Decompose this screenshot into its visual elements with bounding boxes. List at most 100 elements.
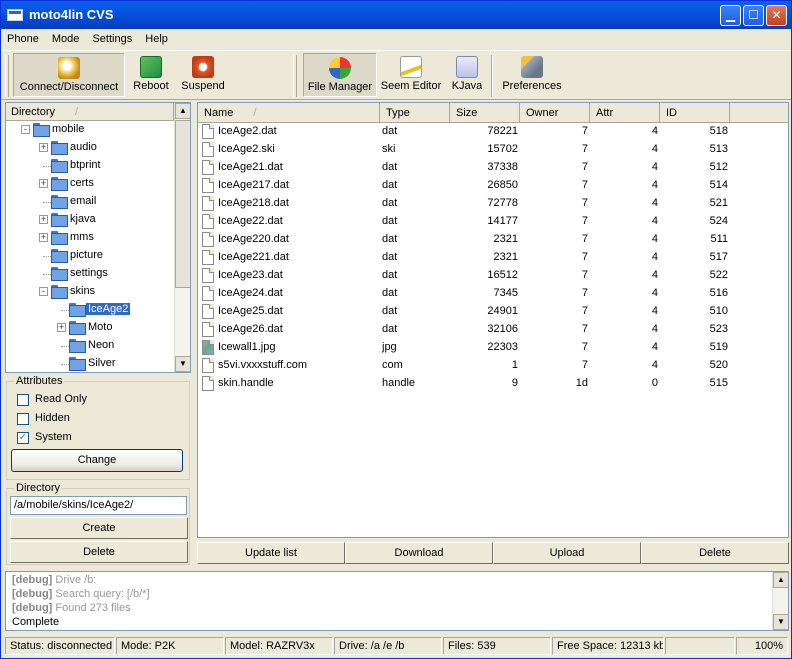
column-header-type[interactable]: Type [380, 103, 450, 123]
tree-item-iceage2[interactable]: IceAge2 [6, 301, 174, 319]
table-row[interactable]: IceAge2.ski ski 15702 7 4 513 [198, 141, 788, 159]
tree-item-picture[interactable]: picture [6, 247, 174, 265]
table-row[interactable]: IceAge26.dat dat 32106 7 4 523 [198, 321, 788, 339]
column-header-owner[interactable]: Owner [520, 103, 590, 123]
reboot-button[interactable]: Reboot [129, 53, 173, 97]
preferences-icon [521, 56, 543, 78]
table-row[interactable]: IceAge24.dat dat 7345 7 4 516 [198, 285, 788, 303]
scroll-up-arrow[interactable]: ▲ [175, 103, 190, 119]
cell-owner: 7 [581, 341, 588, 353]
delete-file-button[interactable]: Delete [641, 542, 789, 564]
file-icon [202, 250, 214, 265]
tree-item-label: btprint [70, 159, 101, 171]
suspend-button[interactable]: Suspend [177, 53, 229, 97]
table-row[interactable]: IceAge221.dat dat 2321 7 4 517 [198, 249, 788, 267]
file-manager-button[interactable]: File Manager [303, 53, 377, 97]
table-row[interactable]: IceAge22.dat dat 14177 7 4 524 [198, 213, 788, 231]
cell-id: 515 [709, 377, 728, 389]
tree-item-mms[interactable]: + mms [6, 229, 174, 247]
scroll-thumb[interactable] [175, 120, 190, 288]
tree-header[interactable]: Directory / [6, 103, 174, 121]
expand-icon[interactable]: + [39, 143, 48, 152]
column-header-id[interactable]: ID [660, 103, 730, 123]
table-row[interactable]: IceAge23.dat dat 16512 7 4 522 [198, 267, 788, 285]
upload-button[interactable]: Upload [493, 542, 641, 564]
tree-item-email[interactable]: email [6, 193, 174, 211]
cell-id: 513 [709, 143, 728, 155]
tree-item-silver[interactable]: Silver [6, 355, 174, 372]
seem-editor-button[interactable]: Seem Editor [379, 53, 443, 97]
tree-item-label: Neon [88, 339, 115, 351]
directory-group: Directory /a/mobile/skins/IceAge2/ Creat… [6, 482, 190, 565]
tree-item-kjava[interactable]: + kjava [6, 211, 174, 229]
create-button[interactable]: Create [10, 517, 188, 539]
tree-item-settings[interactable]: settings [6, 265, 174, 283]
cell-size: 22303 [487, 341, 518, 353]
column-header-name[interactable]: Name / [198, 103, 380, 123]
table-row[interactable]: IceAge217.dat dat 26850 7 4 514 [198, 177, 788, 195]
tree-item-neon[interactable]: Neon [6, 337, 174, 355]
download-button[interactable]: Download [345, 542, 493, 564]
file-icon [202, 304, 214, 319]
hidden-check[interactable] [17, 413, 29, 425]
close-icon: ✕ [771, 8, 782, 22]
table-row[interactable]: skin.handle handle 9 1d 0 515 [198, 375, 788, 393]
scroll-down-arrow[interactable]: ▼ [175, 356, 190, 372]
toolbar-grip[interactable] [5, 55, 9, 97]
update-list-button[interactable]: Update list [197, 542, 345, 564]
cell-type: dat [382, 161, 398, 173]
tree-scrollbar[interactable]: ▲ ▼ [174, 103, 190, 372]
preferences-button[interactable]: Preferences [497, 53, 567, 97]
read-only-check[interactable] [17, 394, 29, 406]
delete-directory-button[interactable]: Delete [10, 541, 188, 563]
cell-type: dat [382, 305, 398, 317]
cell-name: IceAge23.dat [218, 269, 283, 281]
toolbar-grip-2[interactable] [293, 55, 297, 97]
file-icon [202, 358, 214, 373]
system-check[interactable]: ✓ [17, 432, 29, 444]
tree-item-mobile[interactable]: - mobile [6, 121, 174, 139]
menu-settings[interactable]: Settings [86, 29, 136, 45]
title-bar[interactable]: moto4lin CVS ▁ ☐ ✕ [1, 1, 791, 29]
column-header-size[interactable]: Size [450, 103, 520, 123]
table-row[interactable]: IceAge218.dat dat 72778 7 4 521 [198, 195, 788, 213]
tree-item-audio[interactable]: + audio [6, 139, 174, 157]
connect-disconnect-button[interactable]: Connect/Disconnect [13, 53, 125, 97]
column-header-attr[interactable]: Attr [590, 103, 660, 123]
expand-icon[interactable]: + [39, 179, 48, 188]
expand-icon[interactable]: + [39, 233, 48, 242]
table-row[interactable]: Icewall1.jpg jpg 22303 7 4 519 [198, 339, 788, 357]
tree-item-skins[interactable]: - skins [6, 283, 174, 301]
directory-tree[interactable]: Directory / - mobile + audio btprint + certs ema… [5, 102, 191, 373]
expand-icon[interactable]: + [39, 215, 48, 224]
close-button[interactable]: ✕ [766, 5, 787, 26]
change-button[interactable]: Change [11, 449, 183, 472]
tree-item-certs[interactable]: + certs [6, 175, 174, 193]
cell-attr: 4 [651, 305, 658, 317]
directory-path-input[interactable]: /a/mobile/skins/IceAge2/ [10, 496, 187, 515]
table-row[interactable]: IceAge25.dat dat 24901 7 4 510 [198, 303, 788, 321]
log-scroll-down-arrow[interactable]: ▼ [773, 614, 788, 630]
status-progress-label: 100% [736, 637, 788, 655]
table-row[interactable]: IceAge220.dat dat 2321 7 4 511 [198, 231, 788, 249]
file-icon [202, 322, 214, 337]
log-scroll-up-arrow[interactable]: ▲ [773, 572, 788, 588]
menu-help[interactable]: Help [139, 29, 172, 45]
collapse-icon[interactable]: - [21, 125, 30, 134]
collapse-icon[interactable]: - [39, 287, 48, 296]
kjava-button[interactable]: KJava [447, 53, 487, 97]
menu-phone[interactable]: Phone [1, 29, 43, 45]
menu-mode[interactable]: Mode [46, 29, 84, 45]
expand-icon[interactable]: + [57, 323, 66, 332]
log-scrollbar[interactable]: ▲ ▼ [772, 572, 788, 630]
maximize-button[interactable]: ☐ [743, 5, 764, 26]
minimize-button[interactable]: ▁ [720, 5, 741, 26]
file-list[interactable]: Name / Type Size Owner Attr ID IceAge2.da… [197, 102, 789, 538]
tree-item-moto[interactable]: + Moto [6, 319, 174, 337]
table-row[interactable]: IceAge2.dat dat 78221 7 4 518 [198, 123, 788, 141]
tree-item-btprint[interactable]: btprint [6, 157, 174, 175]
log-panel[interactable]: [debug] Drive /b: [debug] Search query: … [5, 571, 789, 631]
table-row[interactable]: s5vi.vxxxstuff.com com 1 7 4 520 [198, 357, 788, 375]
table-row[interactable]: IceAge21.dat dat 37338 7 4 512 [198, 159, 788, 177]
cell-owner: 1d [575, 377, 588, 389]
